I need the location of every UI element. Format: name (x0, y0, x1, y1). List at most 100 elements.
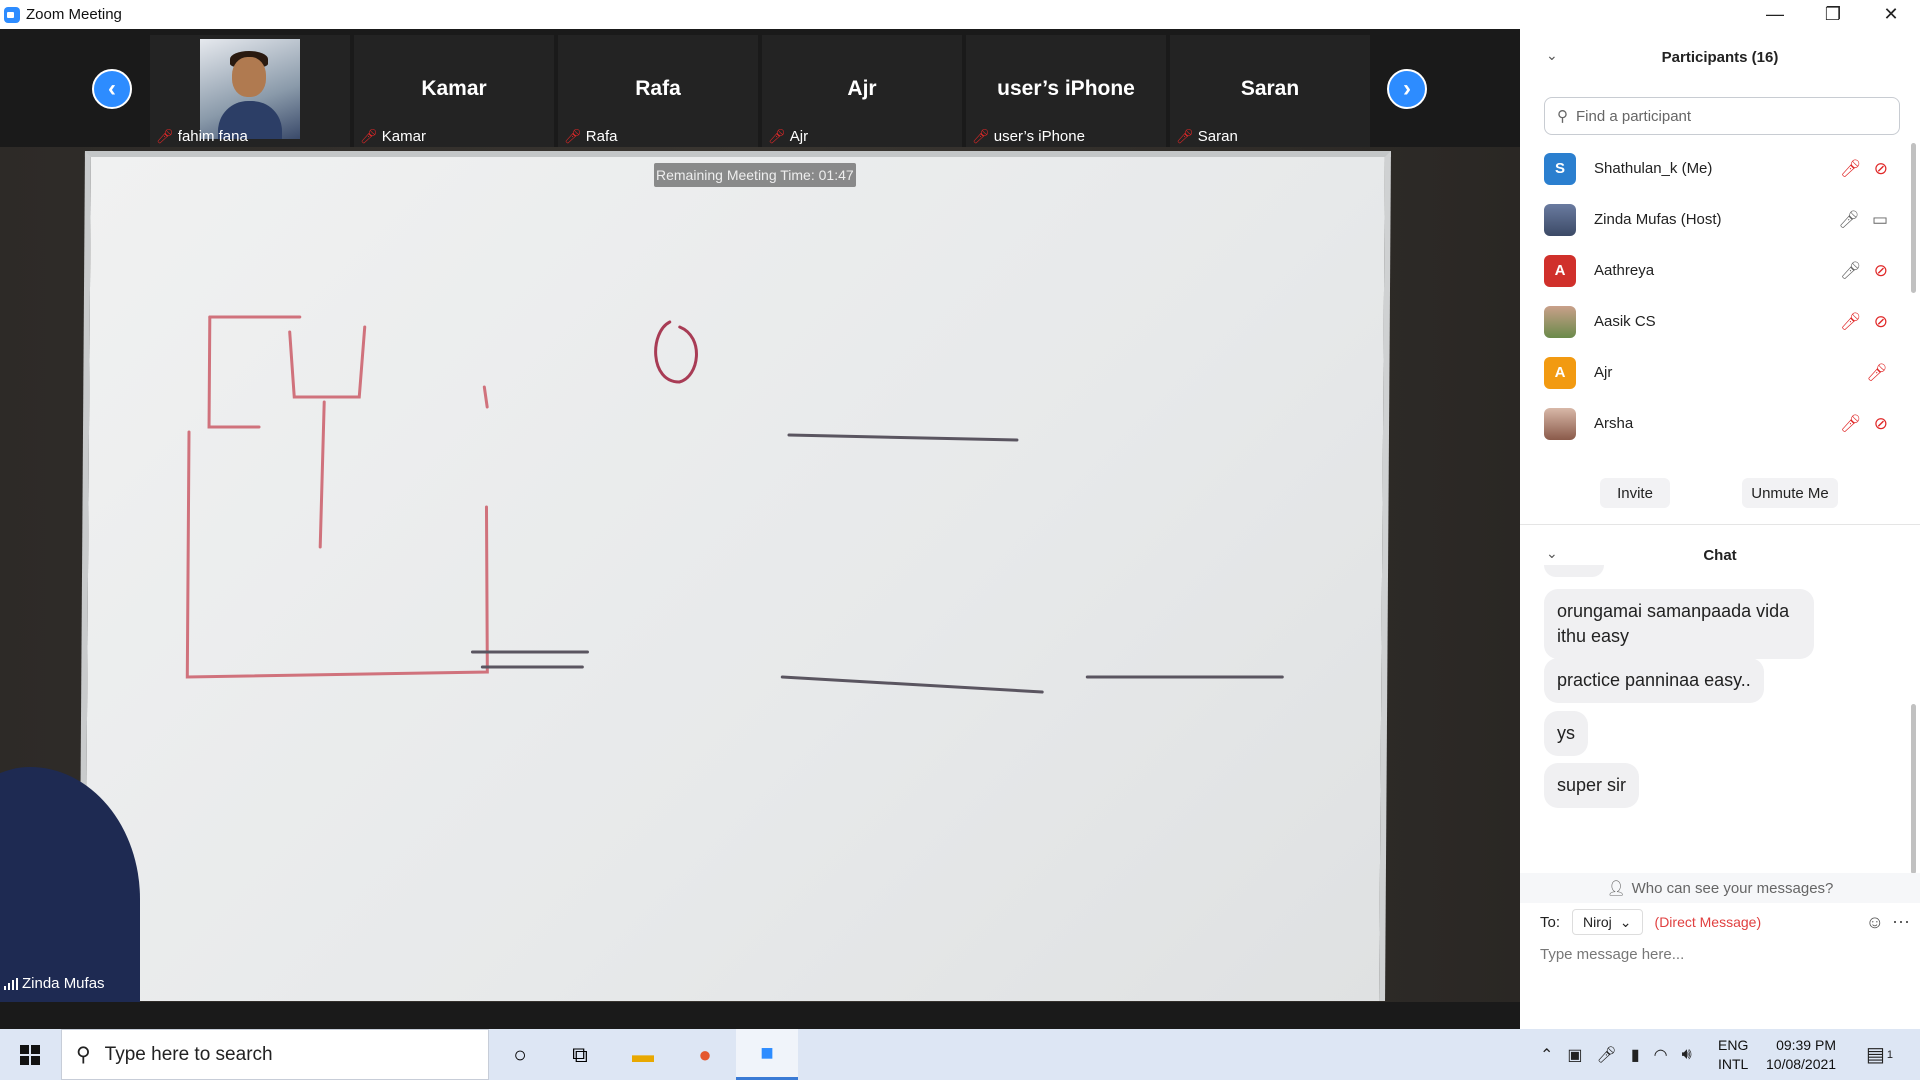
strip-next-button[interactable]: › (1387, 69, 1427, 109)
chevron-up-icon[interactable]: ⌃ (1540, 1045, 1553, 1065)
clock-date: 10/08/2021 (1766, 1056, 1837, 1072)
participant-name: Ajr (1594, 364, 1613, 381)
zoom-app-icon (4, 6, 20, 23)
recipient-value: Niroj (1583, 914, 1612, 930)
participant-name: Aasik CS (1594, 313, 1656, 330)
muted-mic-icon: 🎤︎ (360, 128, 378, 144)
tile-label: 🎤︎ Ajr (768, 128, 808, 145)
muted-mic-icon: 🎤︎ (1866, 362, 1888, 382)
language-indicator[interactable]: ENG INTL (1718, 1036, 1748, 1074)
language-code: ENG (1718, 1037, 1749, 1053)
participant-row[interactable]: Aasik CS 🎤︎ ⊘ (1520, 296, 1910, 347)
participant-row[interactable]: Arsha 🎤︎ ⊘ (1520, 398, 1910, 449)
muted-mic-icon: 🎤︎ (564, 128, 582, 144)
participant-name: Shathulan_k (Me) (1594, 160, 1713, 177)
microphone-icon[interactable]: 🎤︎ (1597, 1045, 1617, 1065)
chat-recipient-row: To: Niroj ⌄ (Direct Message) ☺ ⋯ (1540, 906, 1910, 938)
participant-row[interactable]: A Ajr 🎤︎ (1520, 347, 1910, 398)
minimize-button[interactable]: — (1746, 0, 1804, 29)
taskbar-search-placeholder: Type here to search (104, 1043, 273, 1065)
search-icon: ⚲ (76, 1044, 91, 1066)
video-off-icon: ⊘ (1873, 413, 1888, 433)
handwriting-drawing (185, 315, 1284, 694)
participant-list: S Shathulan_k (Me) 🎤︎ ⊘ Zinda Mufas (Host… (1520, 143, 1910, 455)
chat-bubble-partial (1544, 565, 1604, 577)
participant-row[interactable]: Zinda Mufas (Host) 🎤︎ ▭ (1520, 194, 1910, 245)
windows-start-icon[interactable] (20, 1045, 40, 1065)
chat-message: ys (1544, 711, 1588, 756)
taskbar-search-box[interactable]: ⚲ Type here to search (61, 1029, 489, 1080)
active-speaker-video: Remaining Meeting Time: 01:47 Zinda Mufa… (0, 147, 1520, 1002)
title-bar: Zoom Meeting — ❐ ✕ (0, 0, 1920, 29)
to-label: To: (1540, 913, 1561, 931)
chat-bubble-icon: ▤ (1866, 1044, 1885, 1066)
participant-name: Aathreya (1594, 262, 1655, 279)
tile-label-text: Rafa (585, 128, 618, 145)
muted-mic-icon: 🎤︎ (156, 128, 174, 144)
strip-prev-button[interactable]: ‹ (92, 69, 132, 109)
participant-name: Zinda Mufas (Host) (1594, 211, 1722, 228)
who-can-see-text: Who can see your messages? (1631, 879, 1834, 897)
who-can-see-link[interactable]: 👤︎ Who can see your messages? (1520, 873, 1920, 903)
video-tile[interactable]: Ajr 🎤︎ Ajr (762, 35, 962, 147)
divider (1520, 524, 1920, 525)
mic-icon: 🎤︎ (1838, 209, 1860, 229)
participant-search-input[interactable]: ⚲ Find a participant (1544, 97, 1900, 135)
tile-name: user’s iPhone (997, 77, 1135, 100)
invite-button[interactable]: Invite (1600, 478, 1670, 508)
windows-taskbar: ⚲ Type here to search ○ ⧉ ▬ ● ■ ⌃ ▣ 🎤︎ ▮… (0, 1029, 1920, 1080)
chat-message: orungamai samanpaada vida ithu easy (1544, 589, 1814, 659)
participant-search-placeholder: Find a participant (1576, 107, 1692, 125)
restore-button[interactable]: ❐ (1804, 0, 1862, 29)
signal-bars-icon (4, 977, 18, 990)
muted-mic-icon: 🎤︎ (1176, 128, 1194, 144)
tile-label-text: Saran (1197, 128, 1238, 145)
wifi-icon[interactable]: ◠ (1654, 1045, 1668, 1065)
meet-now-icon[interactable]: ▣ (1567, 1045, 1582, 1065)
avatar (1544, 305, 1576, 338)
video-tile[interactable]: Rafa 🎤︎ Rafa (558, 35, 758, 147)
tile-label: 🎤︎ Kamar (360, 128, 426, 145)
more-options-icon[interactable]: ⋯ (1892, 912, 1910, 933)
direct-message-label: (Direct Message) (1654, 914, 1762, 930)
firefox-icon[interactable]: ● (674, 1029, 736, 1080)
battery-icon[interactable]: ▮ (1631, 1045, 1640, 1065)
video-strip: ‹ 🎤︎ fahim fana Kamar 🎤︎ Kamar Rafa 🎤︎ R… (0, 29, 1520, 147)
avatar: S (1544, 152, 1576, 185)
participant-photo (200, 39, 300, 139)
muted-mic-icon: 🎤︎ (972, 128, 990, 144)
tile-name: Ajr (847, 77, 877, 100)
muted-mic-icon: 🎤︎ (1840, 158, 1862, 178)
chat-message: practice panninaa easy.. (1544, 658, 1764, 703)
people-icon: 👤︎ (1606, 880, 1626, 897)
participant-row[interactable]: S Shathulan_k (Me) 🎤︎ ⊘ (1520, 143, 1910, 194)
task-view-icon[interactable]: ⧉ (549, 1029, 611, 1080)
video-tile[interactable]: 🎤︎ fahim fana (150, 35, 350, 147)
video-tile[interactable]: user’s iPhone 🎤︎ user’s iPhone (966, 35, 1166, 147)
zoom-taskbar-icon[interactable]: ■ (736, 1029, 798, 1080)
video-off-icon: ⊘ (1873, 260, 1888, 280)
notification-center-icon[interactable]: ▤ 1 (1866, 1029, 1893, 1080)
taskbar-clock[interactable]: 09:39 PM 10/08/2021 (1766, 1036, 1836, 1074)
video-tile[interactable]: Saran 🎤︎ Saran (1170, 35, 1370, 147)
meeting-area: ‹ 🎤︎ fahim fana Kamar 🎤︎ Kamar Rafa 🎤︎ R… (0, 29, 1520, 1029)
recipient-dropdown[interactable]: Niroj ⌄ (1572, 909, 1643, 935)
muted-mic-icon: 🎤︎ (768, 128, 786, 144)
emoji-icon[interactable]: ☺ (1866, 912, 1884, 933)
file-explorer-icon[interactable]: ▬ (612, 1029, 674, 1080)
tile-label: 🎤︎ Rafa (564, 128, 617, 145)
chat-scrollbar[interactable] (1911, 704, 1916, 874)
muted-mic-icon: 🎤︎ (1840, 311, 1862, 331)
clock-time: 09:39 PM (1776, 1037, 1836, 1053)
tile-label-text: user’s iPhone (993, 128, 1085, 145)
tile-name: Kamar (421, 77, 487, 100)
close-button[interactable]: ✕ (1862, 0, 1920, 29)
remaining-time-banner: Remaining Meeting Time: 01:47 (654, 163, 856, 187)
unmute-me-button[interactable]: Unmute Me (1742, 478, 1838, 508)
participant-row[interactable]: A Aathreya 🎤︎ ⊘ (1520, 245, 1910, 296)
participants-scrollbar[interactable] (1911, 143, 1916, 293)
cortana-icon[interactable]: ○ (489, 1029, 551, 1080)
video-tile[interactable]: Kamar 🎤︎ Kamar (354, 35, 554, 147)
volume-icon[interactable]: 🔊︎ (1682, 1046, 1692, 1064)
chat-message-input[interactable]: Type message here... (1540, 939, 1900, 969)
